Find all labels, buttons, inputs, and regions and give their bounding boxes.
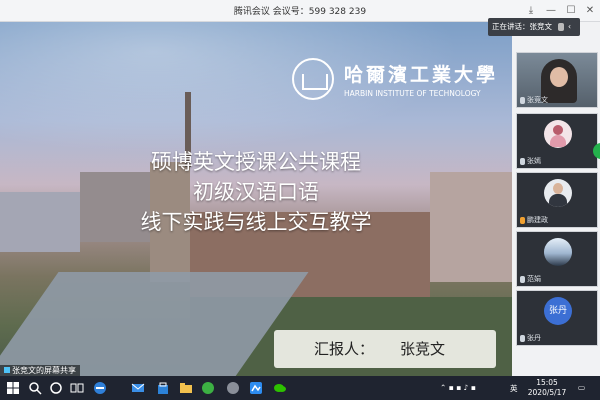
reporter-box: 汇报人： 张竞文 bbox=[274, 330, 496, 368]
screen-share-icon bbox=[4, 367, 10, 373]
mic-icon bbox=[558, 23, 564, 31]
shared-screen: 哈爾濱工業大學 HARBIN INSTITUTE OF TECHNOLOGY 硕… bbox=[0, 22, 512, 376]
title-prefix: 腾讯会议 会议号： bbox=[233, 7, 309, 17]
meeting-window: 腾讯会议 会议号：599 328 239 ⤓ — ☐ ✕ 哈爾濱工業大學 HAR… bbox=[0, 0, 600, 400]
university-name-en: HARBIN INSTITUTE OF TECHNOLOGY bbox=[344, 89, 481, 98]
university-name-cn: 哈爾濱工業大學 bbox=[344, 64, 499, 86]
tray-icons[interactable]: ⌃ ▪ ▪ ♪ ▪ bbox=[440, 383, 476, 392]
participant-tile[interactable]: 鹏建政 bbox=[516, 172, 598, 228]
window-title: 腾讯会议 会议号：599 328 239 bbox=[0, 4, 600, 17]
cortana-icon[interactable] bbox=[48, 380, 64, 396]
reporter-label: 汇报人： bbox=[314, 340, 375, 358]
meeting-id: 599 328 239 bbox=[308, 7, 367, 17]
participant-name: 张嫣 bbox=[520, 156, 541, 166]
mic-icon bbox=[520, 334, 525, 342]
slide-title-line1: 硕博英文授课公共课程 bbox=[151, 150, 361, 174]
mic-icon bbox=[520, 216, 525, 224]
taskbar: ⌃ ▪ ▪ ♪ ▪ 英 15:05 2020/5/17 ▭ bbox=[0, 376, 600, 400]
task-view-icon[interactable] bbox=[69, 380, 85, 396]
speaking-text: 正在讲话：张竞文 bbox=[492, 22, 552, 31]
reporter-name: 张竞文 bbox=[400, 340, 446, 358]
start-icon[interactable] bbox=[5, 380, 21, 396]
ime-indicator[interactable]: 英 bbox=[510, 383, 518, 394]
maximize-button[interactable]: ☐ bbox=[563, 3, 579, 19]
minimize-button[interactable]: — bbox=[543, 3, 559, 19]
clock-time[interactable]: 15:05 bbox=[527, 378, 567, 387]
store-icon[interactable] bbox=[155, 380, 171, 396]
search-icon[interactable] bbox=[27, 380, 43, 396]
slide-title-line3: 线下实践与线上交互教学 bbox=[140, 210, 372, 234]
folder-icon[interactable] bbox=[178, 380, 194, 396]
tencent-meeting-icon[interactable] bbox=[248, 380, 264, 396]
screen-share-text: 张竞文的屏幕共享 bbox=[12, 366, 76, 375]
mic-icon bbox=[520, 275, 525, 283]
close-button[interactable]: ✕ bbox=[582, 3, 598, 19]
participant-tile[interactable]: 张嫣 bbox=[516, 113, 598, 169]
app-green-icon[interactable] bbox=[200, 380, 216, 396]
avatar bbox=[544, 238, 572, 266]
clock-date[interactable]: 2020/5/17 bbox=[523, 388, 571, 397]
avatar bbox=[544, 120, 572, 148]
wechat-icon[interactable] bbox=[272, 380, 288, 396]
participant-name: 鹏建政 bbox=[520, 215, 548, 225]
participant-name: 张丹 bbox=[520, 333, 541, 343]
avatar: 张丹 bbox=[544, 297, 572, 325]
participant-tile[interactable]: 范娟 bbox=[516, 231, 598, 287]
participant-tile[interactable]: 张竞文 bbox=[516, 52, 598, 108]
collapse-icon[interactable]: ‹ bbox=[568, 18, 571, 36]
edge-icon[interactable] bbox=[92, 380, 108, 396]
mail-icon[interactable] bbox=[130, 380, 146, 396]
university-seal-icon bbox=[292, 58, 334, 100]
notification-icon[interactable]: ▭ bbox=[578, 383, 585, 392]
mic-icon bbox=[520, 96, 525, 104]
participant-tile[interactable]: 张丹 张丹 bbox=[516, 290, 598, 346]
app-grey-icon[interactable] bbox=[225, 380, 241, 396]
slide-title-line2: 初级汉语口语 bbox=[193, 180, 319, 204]
pin-icon[interactable]: ⤓ bbox=[523, 3, 539, 19]
mic-icon bbox=[520, 157, 525, 165]
university-logo: 哈爾濱工業大學 HARBIN INSTITUTE OF TECHNOLOGY bbox=[292, 58, 495, 106]
participant-name: 张竞文 bbox=[520, 95, 548, 105]
speaking-indicator: 正在讲话：张竞文 ‹ bbox=[488, 18, 580, 36]
participant-name: 范娟 bbox=[520, 274, 541, 284]
avatar bbox=[544, 179, 572, 207]
